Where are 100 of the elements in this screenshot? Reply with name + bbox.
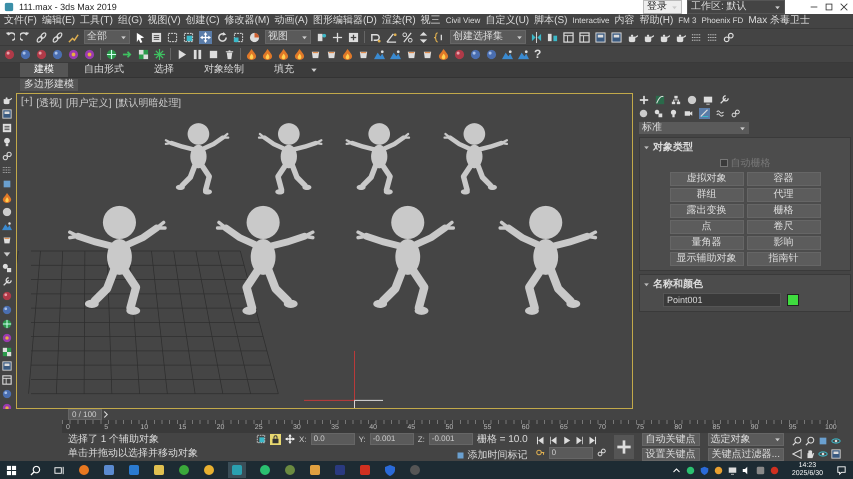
viewport-menu-label[interactable]: [+] bbox=[21, 96, 32, 110]
menu-item[interactable]: 创建(C) bbox=[186, 14, 220, 28]
shield-icon[interactable] bbox=[384, 464, 396, 476]
pivot-icon[interactable] bbox=[316, 32, 327, 42]
teapot-icon[interactable] bbox=[643, 32, 654, 42]
search-icon[interactable] bbox=[30, 464, 41, 476]
bulb-icon[interactable] bbox=[669, 109, 678, 118]
time-slider-thumb[interactable]: 0 / 100 bbox=[68, 409, 102, 420]
plus-icon[interactable] bbox=[639, 95, 649, 105]
table-icon[interactable] bbox=[579, 32, 590, 42]
window-icon[interactable] bbox=[611, 32, 622, 42]
sphere-icon[interactable] bbox=[2, 291, 12, 301]
dropdown[interactable]: 全部 bbox=[84, 30, 130, 44]
sphere-icon[interactable] bbox=[470, 48, 481, 60]
menu-item[interactable]: 内容 bbox=[614, 14, 634, 28]
window-icon[interactable] bbox=[595, 32, 606, 42]
helper-button[interactable]: 量角器 bbox=[670, 236, 744, 250]
move-icon[interactable] bbox=[200, 32, 211, 42]
curve-icon[interactable] bbox=[655, 95, 665, 105]
cube-icon[interactable] bbox=[2, 179, 12, 189]
teapot-icon[interactable] bbox=[659, 32, 670, 42]
wrench-icon[interactable] bbox=[719, 95, 729, 105]
menu-item[interactable]: Phoenix FD bbox=[702, 14, 744, 28]
helper-button[interactable]: 显示辅助对象 bbox=[670, 252, 744, 266]
menu-item[interactable]: 视图(V) bbox=[147, 14, 181, 28]
checker-icon[interactable] bbox=[138, 48, 149, 60]
list-icon[interactable] bbox=[2, 123, 12, 133]
plus-icon[interactable] bbox=[616, 439, 632, 455]
arrow-icon[interactable] bbox=[122, 48, 133, 60]
sphere-icon[interactable] bbox=[454, 48, 465, 60]
window-crossing-icon[interactable] bbox=[256, 434, 266, 444]
window-icon[interactable] bbox=[2, 361, 12, 371]
menu-item[interactable]: 编辑(E) bbox=[42, 14, 76, 28]
teapot-icon[interactable] bbox=[2, 95, 12, 105]
coordinate-field[interactable]: -0.001 bbox=[370, 433, 414, 445]
flame-icon[interactable] bbox=[342, 48, 353, 60]
zigzag-icon[interactable] bbox=[68, 32, 79, 42]
link-icon[interactable] bbox=[52, 32, 63, 42]
undo-icon[interactable] bbox=[4, 32, 15, 42]
next-frame-icon[interactable] bbox=[574, 436, 584, 444]
helper-button[interactable]: 虚拟对象 bbox=[670, 172, 744, 186]
mountain-icon[interactable] bbox=[2, 221, 12, 231]
menu-item[interactable]: 自定义(U) bbox=[485, 14, 530, 28]
key-icon[interactable] bbox=[536, 448, 545, 457]
brace-icon[interactable] bbox=[434, 32, 445, 42]
magnet-icon[interactable] bbox=[370, 32, 381, 42]
viewport-menu-label[interactable]: [默认明暗处理] bbox=[116, 96, 182, 110]
field-of-view-icon[interactable] bbox=[792, 448, 802, 458]
bulb-icon[interactable] bbox=[2, 137, 12, 147]
lock-icon[interactable] bbox=[271, 434, 280, 444]
ribbon-tab[interactable]: 自由形式 bbox=[70, 63, 138, 77]
menu-item[interactable]: 图形编辑器(D) bbox=[312, 14, 377, 28]
sphere-icon[interactable] bbox=[52, 48, 63, 60]
collapse-triangle-icon[interactable] bbox=[643, 144, 650, 150]
app-icon[interactable] bbox=[309, 464, 321, 476]
go-to-end-icon[interactable] bbox=[588, 436, 597, 444]
app-icon[interactable] bbox=[284, 464, 296, 476]
wave-icon[interactable] bbox=[716, 109, 725, 118]
cursor-icon[interactable] bbox=[135, 32, 146, 42]
zoom-icon[interactable] bbox=[805, 436, 815, 446]
sphere-icon[interactable] bbox=[2, 305, 12, 315]
helper-button[interactable]: 栅格 bbox=[746, 204, 820, 218]
ribbon-tab[interactable]: 建模 bbox=[20, 63, 68, 77]
zoom-icon[interactable] bbox=[792, 436, 802, 446]
dotted-lines-icon[interactable] bbox=[707, 32, 718, 42]
sphere-icon[interactable] bbox=[20, 48, 31, 60]
helper-button[interactable]: 点 bbox=[670, 220, 744, 234]
category-dropdown[interactable]: 标准 bbox=[639, 122, 749, 134]
teapot-icon[interactable] bbox=[675, 32, 686, 42]
key-filters-button[interactable]: 关键点过滤器... bbox=[708, 448, 784, 461]
previous-frame-icon[interactable] bbox=[548, 436, 558, 444]
app-icon[interactable] bbox=[686, 466, 695, 474]
app-icon[interactable] bbox=[78, 464, 90, 476]
dropdown[interactable]: 视图 bbox=[265, 30, 311, 44]
shapes-icon[interactable] bbox=[2, 263, 12, 273]
pause-icon[interactable] bbox=[192, 48, 203, 60]
flame-icon[interactable] bbox=[246, 48, 257, 60]
cube-icon[interactable] bbox=[818, 436, 828, 446]
workspace-dropdown[interactable]: 工作区: 默认 bbox=[687, 0, 785, 14]
tape-measure-icon[interactable] bbox=[700, 109, 709, 118]
mountain-icon[interactable] bbox=[518, 48, 529, 60]
chevron-up-icon[interactable] bbox=[672, 466, 681, 474]
disc-icon[interactable] bbox=[639, 109, 648, 118]
coordinate-field[interactable]: -0.001 bbox=[428, 433, 473, 445]
viewport-menu-label[interactable]: [透视] bbox=[36, 96, 62, 110]
list-icon[interactable] bbox=[151, 32, 162, 42]
camera-icon[interactable] bbox=[684, 109, 693, 118]
rotate-icon[interactable] bbox=[217, 32, 228, 42]
go-to-start-icon[interactable] bbox=[536, 436, 545, 444]
menu-item[interactable]: 组(G) bbox=[118, 14, 142, 28]
mirror-icon[interactable] bbox=[531, 32, 542, 42]
table-icon[interactable] bbox=[2, 375, 12, 385]
ribbon-panel-label[interactable]: 多边形建模 bbox=[20, 78, 78, 90]
teapot-icon[interactable] bbox=[627, 32, 638, 42]
add-time-tag-button[interactable]: 添加时间标记 bbox=[456, 448, 528, 462]
menu-item[interactable]: 视三 bbox=[420, 14, 441, 28]
app-icon[interactable] bbox=[128, 464, 140, 476]
spinner-icon[interactable] bbox=[418, 32, 429, 42]
sphere-icon[interactable] bbox=[36, 48, 47, 60]
cross-icon[interactable] bbox=[332, 32, 343, 42]
